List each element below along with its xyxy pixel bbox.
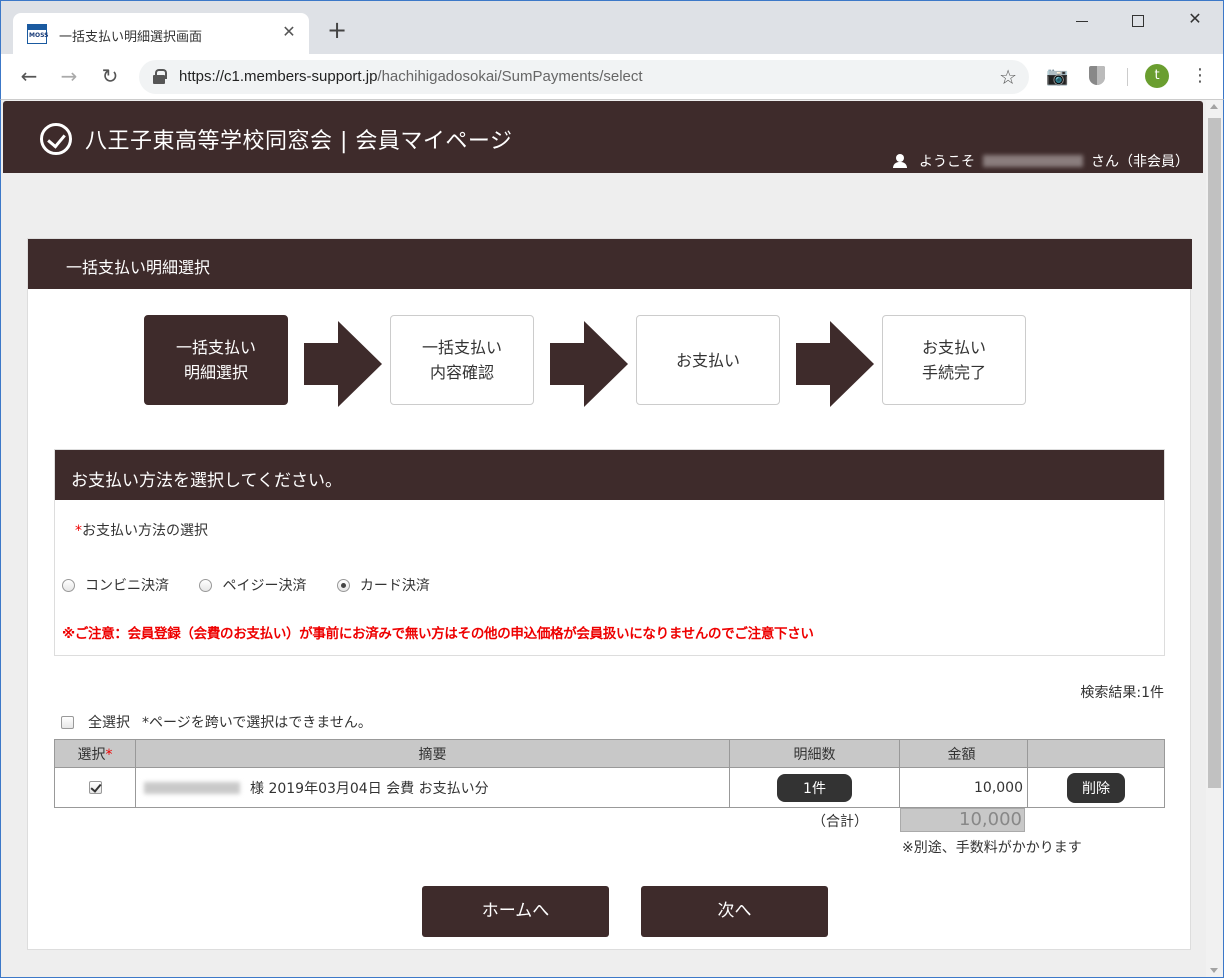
scroll-down-arrow-icon[interactable] xyxy=(1210,968,1218,973)
page-scrollbar[interactable] xyxy=(1206,100,1223,977)
column-header-actions xyxy=(1027,739,1165,768)
fee-note: ※別途、手数料がかかります xyxy=(902,840,1082,856)
step-1-item-selection: 一括支払い 明細選択 xyxy=(144,315,288,405)
radio-button[interactable] xyxy=(62,579,75,592)
site-header: 八王子東高等学校同窓会 | 会員マイページ ようこそ さん（非会員） xyxy=(3,101,1203,173)
column-header-amount: 金額 xyxy=(899,739,1028,768)
row-summary-text: 様 2019年03月04日 会費 お支払い分 xyxy=(250,780,489,797)
site-favicon-icon: MOSS xyxy=(27,24,49,44)
next-button[interactable]: 次へ xyxy=(641,886,828,937)
toolbar-separator xyxy=(1127,68,1128,86)
required-mark: * xyxy=(75,523,82,539)
main-card: 一括支払い明細選択 一括支払い 明細選択 一括支払い 内容確認 お支払い お支払い手… xyxy=(27,238,1192,950)
radio-button[interactable] xyxy=(199,579,213,592)
search-result-count: 検索結果:1件 xyxy=(1080,685,1164,701)
blurred-user-name xyxy=(983,155,1083,167)
scroll-up-arrow-icon[interactable] xyxy=(1210,104,1218,109)
radio-label[interactable]: コンビニ決済 xyxy=(85,578,169,594)
step-3-payment: お支払い xyxy=(636,315,780,405)
new-tab-button[interactable]: + xyxy=(327,18,347,42)
step-3-label: お支払い xyxy=(675,350,740,370)
select-all-label[interactable]: 全選択 xyxy=(88,715,130,731)
section-title: 一括支払い明細選択 xyxy=(66,258,211,277)
total-label: （合計） xyxy=(812,814,868,830)
step-arrow-icon xyxy=(304,321,384,407)
membership-notice: ※ご注意：会員登録（会費のお支払い）が事前にお済みで無い方はその他の申込価格が会… xyxy=(62,626,814,642)
total-amount-field: 10,000 xyxy=(900,808,1025,832)
column-header-select: 選択* xyxy=(54,739,136,768)
radio-convenience-store[interactable]: コンビニ決済 xyxy=(62,575,169,595)
payment-items-table: 選択* 摘要 明細数 金額 様 2019年03月04日 会費 お支払い分 1件 … xyxy=(54,739,1165,808)
welcome-prefix: ようこそ xyxy=(919,154,975,170)
forward-arrow-icon[interactable]: → xyxy=(57,64,81,88)
bookmark-star-icon[interactable]: ☆ xyxy=(999,65,1017,89)
payment-method-title: お支払い方法を選択してください。 xyxy=(71,471,342,491)
radio-button[interactable] xyxy=(336,579,350,592)
select-all-checkbox[interactable] xyxy=(61,716,74,729)
blurred-member-name xyxy=(144,781,240,794)
table-row: 様 2019年03月04日 会費 お支払い分 1件 10,000 削除 xyxy=(54,767,1165,808)
radio-credit-card[interactable]: カード決済 xyxy=(336,575,430,595)
row-checkbox[interactable] xyxy=(88,780,102,794)
step-2-confirmation: 一括支払い 内容確認 xyxy=(390,315,534,405)
browser-menu-icon[interactable]: ⋮ xyxy=(1191,64,1209,88)
window-close-button[interactable]: ✕ xyxy=(1175,9,1215,33)
address-bar[interactable]: https://c1.members-support.jp/hachihigad… xyxy=(139,60,1029,94)
column-header-count: 明細数 xyxy=(729,739,900,768)
browser-toolbar: ← → ↻ https://c1.members-support.jp/hach… xyxy=(0,54,1224,100)
payment-method-header: お支払い方法を選択してください。 xyxy=(55,450,1164,500)
required-mark: * xyxy=(105,746,113,763)
payment-method-label: *お支払い方法の選択 xyxy=(75,520,208,540)
welcome-message: ようこそ さん（非会員） xyxy=(893,151,1189,171)
camera-extension-icon[interactable]: 📷 xyxy=(1046,66,1068,87)
tab-close-icon[interactable]: ✕ xyxy=(279,22,299,41)
scrollbar-thumb[interactable] xyxy=(1208,118,1221,788)
step-arrow-icon xyxy=(796,321,876,407)
step-4-complete: お支払い 手続完了 xyxy=(882,315,1026,405)
column-select-label: 選択 xyxy=(77,746,106,763)
check-circle-logo-icon xyxy=(40,123,72,155)
step-1-label: 一括支払い 明細選択 xyxy=(175,338,256,382)
section-header: 一括支払い明細選択 xyxy=(28,239,1192,289)
delete-button[interactable]: 削除 xyxy=(1067,772,1125,803)
payment-method-panel: お支払い方法を選択してください。 *お支払い方法の選択 コンビニ決済 ペイジー決… xyxy=(54,449,1165,656)
row-amount: 10,000 xyxy=(899,767,1028,808)
payment-method-label-text: お支払い方法の選択 xyxy=(82,523,208,539)
step-4-label: お支払い 手続完了 xyxy=(921,338,986,382)
lock-icon[interactable] xyxy=(153,69,167,84)
payment-method-radio-group: コンビニ決済 ペイジー決済 カード決済 xyxy=(62,575,456,595)
window-minimize-button[interactable] xyxy=(1063,9,1103,33)
url-path: /hachihigadosokai/SumPayments/select xyxy=(377,68,643,85)
table-header-row: 選択* 摘要 明細数 金額 xyxy=(54,739,1165,768)
tab-title: 一括支払い明細選択画面 xyxy=(59,30,203,45)
step-2-label: 一括支払い 内容確認 xyxy=(421,338,502,382)
site-title[interactable]: 八王子東高等学校同窓会 | 会員マイページ xyxy=(85,123,512,155)
select-hint: *ページを跨いで選択はできません。 xyxy=(142,715,372,731)
radio-payeasy[interactable]: ペイジー決済 xyxy=(199,575,306,595)
profile-avatar[interactable]: t xyxy=(1145,64,1169,88)
home-button[interactable]: ホームへ xyxy=(422,886,609,937)
column-header-summary: 摘要 xyxy=(135,739,730,768)
detail-count-button[interactable]: 1件 xyxy=(777,773,852,802)
url-host: https://c1.members-support.jp xyxy=(179,68,378,85)
url-text[interactable]: https://c1.members-support.jp/hachihigad… xyxy=(179,68,643,85)
step-arrow-icon xyxy=(550,321,630,407)
user-icon xyxy=(893,154,907,168)
row-select-cell xyxy=(54,767,136,808)
select-all-row: 全選択 *ページを跨いで選択はできません。 xyxy=(61,712,372,732)
browser-tab[interactable]: MOSS 一括支払い明細選択画面 ✕ xyxy=(13,13,309,55)
radio-label[interactable]: ペイジー決済 xyxy=(222,578,306,594)
row-summary-cell: 様 2019年03月04日 会費 お支払い分 xyxy=(135,767,730,808)
favicon-text: MOSS xyxy=(29,32,49,39)
window-maximize-button[interactable] xyxy=(1118,9,1158,33)
back-arrow-icon[interactable]: ← xyxy=(17,64,41,88)
page-viewport: 八王子東高等学校同窓会 | 会員マイページ ようこそ さん（非会員） 一括支払い明… xyxy=(0,100,1224,978)
row-actions-cell: 削除 xyxy=(1027,767,1165,808)
welcome-suffix: さん（非会員） xyxy=(1091,154,1189,170)
browser-tabstrip: MOSS 一括支払い明細選択画面 ✕ + ✕ xyxy=(0,0,1224,55)
row-count-cell: 1件 xyxy=(729,767,900,808)
reload-icon[interactable]: ↻ xyxy=(98,64,122,88)
radio-label[interactable]: カード決済 xyxy=(360,578,430,594)
shield-extension-icon[interactable] xyxy=(1089,66,1105,85)
